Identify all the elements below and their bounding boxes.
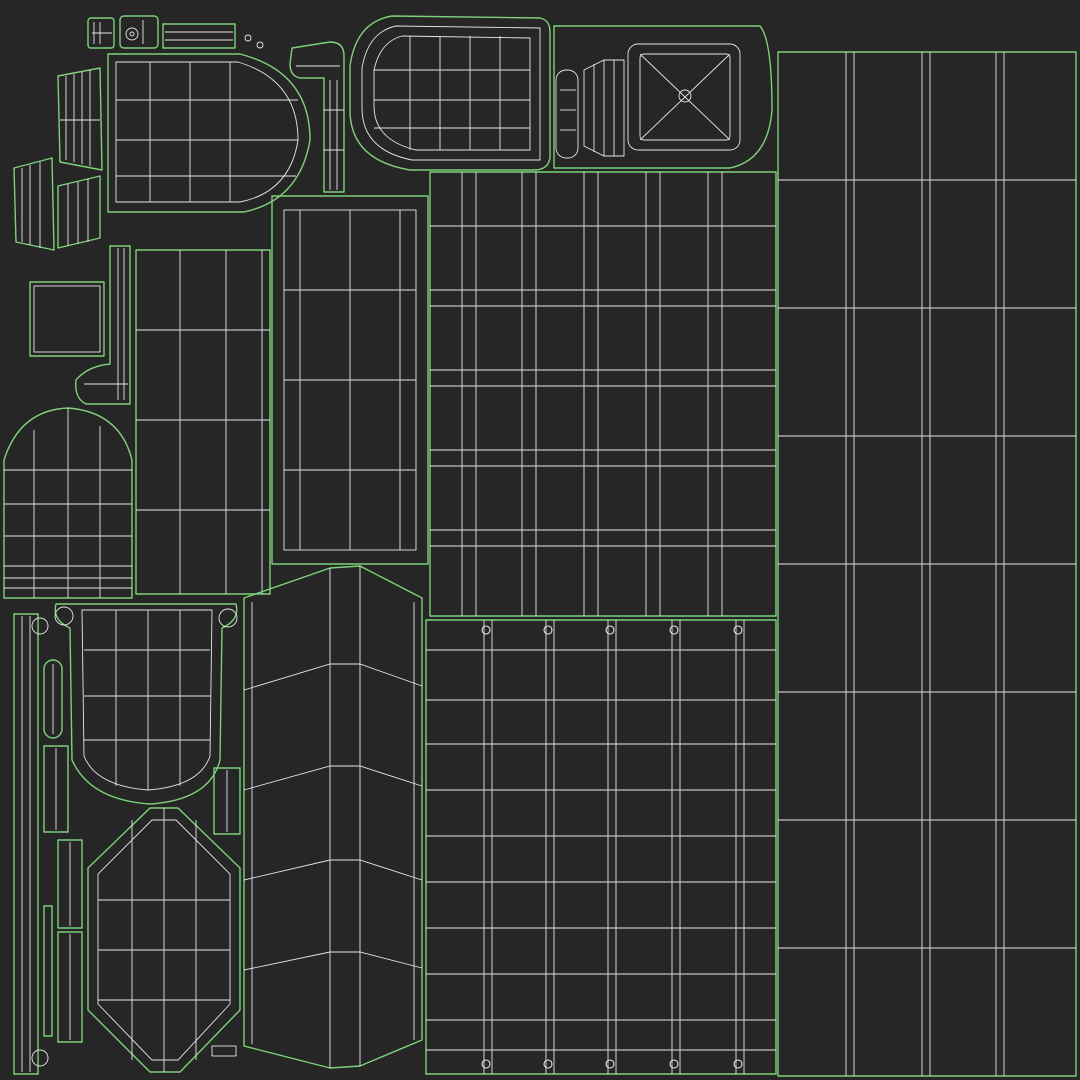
arched-door <box>3 407 133 599</box>
small-block-a <box>87 17 115 49</box>
ribbed-collar-small <box>57 175 101 249</box>
uv-layout-canvas <box>3 15 1077 1077</box>
framed-panel <box>271 195 429 565</box>
long-strip-panel <box>777 51 1077 1077</box>
grid-panel-lower-riveted <box>425 619 777 1075</box>
u-shaped-bucket <box>54 603 241 835</box>
small-strips-left <box>13 613 83 1075</box>
angled-cover <box>243 565 423 1069</box>
thin-strip-top <box>162 23 236 49</box>
rounded-panel-top-left <box>107 53 311 213</box>
bottle-neck-piece <box>553 25 773 169</box>
handle-hook <box>289 41 345 193</box>
l-shaped-bracket <box>75 245 131 405</box>
center-panel <box>135 249 271 595</box>
square-recessed-cap <box>627 43 741 151</box>
knob-cap <box>119 15 159 49</box>
square-patch <box>29 281 105 357</box>
rounded-lid-top <box>349 15 551 171</box>
grid-panel-upper <box>429 171 777 617</box>
octagon-plate <box>87 807 241 1073</box>
tiny-dot-pair <box>244 34 264 49</box>
